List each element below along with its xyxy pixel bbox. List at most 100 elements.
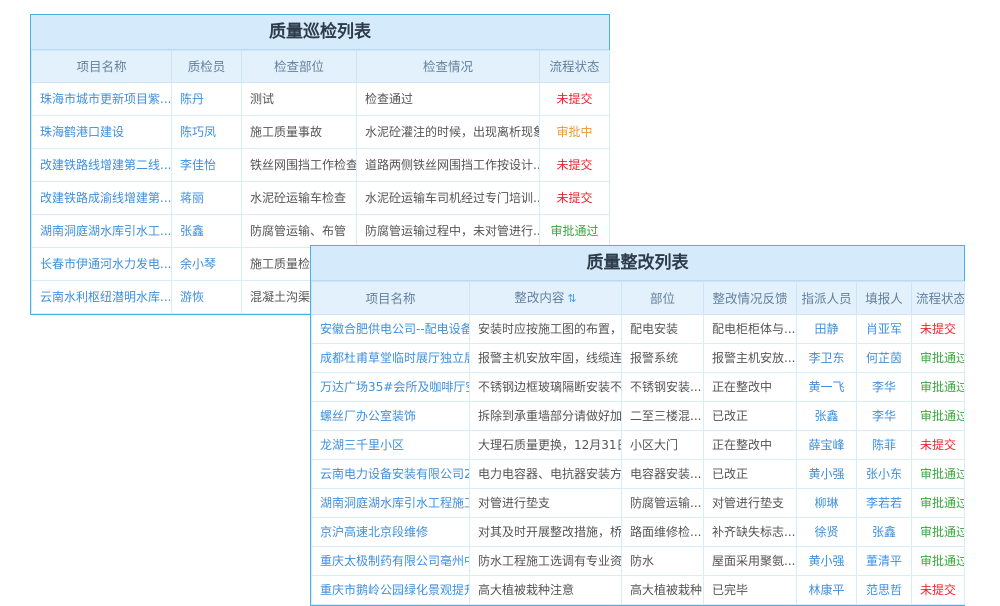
part-cell: 不锈钢安装...	[622, 373, 704, 402]
rectification-row[interactable]: 安徽合肥供电公司--配电设备... 安装时应按施工图的布置，将... 配电安装 …	[312, 315, 965, 344]
check-situation-cell: 水泥砼运输车司机经过专门培训...	[357, 182, 540, 215]
check-part-cell: 防腐管运输、布管	[242, 215, 357, 248]
project-name-link[interactable]: 长春市伊通河水力发电...	[32, 248, 172, 281]
check-part-cell: 水泥砼运输车检查	[242, 182, 357, 215]
status-text: 审批通过	[912, 373, 965, 402]
rectification-panel-title: 质量整改列表	[311, 246, 964, 281]
rectify-content-cell: 电力电容器、电抗器安装方案...	[470, 460, 622, 489]
project-name-link[interactable]: 改建铁路线增建第二线...	[32, 149, 172, 182]
rectification-row[interactable]: 云南电力设备安装有限公司20... 电力电容器、电抗器安装方案... 电容器安装…	[312, 460, 965, 489]
project-name-link[interactable]: 安徽合肥供电公司--配电设备...	[312, 315, 470, 344]
rectify-content-cell: 报警主机安放牢固，线缆连接...	[470, 344, 622, 373]
assignee-name[interactable]: 田静	[797, 315, 857, 344]
project-name-link[interactable]: 重庆市鹅岭公园绿化景观提升...	[312, 576, 470, 605]
sort-icon[interactable]: ⇅	[567, 292, 576, 305]
assignee-name[interactable]: 薛宝峰	[797, 431, 857, 460]
inspection-row[interactable]: 湖南洞庭湖水库引水工... 张鑫 防腐管运输、布管 防腐管运输过程中，未对管进行…	[32, 215, 610, 248]
reporter-name[interactable]: 李华	[857, 402, 912, 431]
reporter-name[interactable]: 张鑫	[857, 518, 912, 547]
assignee-name[interactable]: 黄小强	[797, 460, 857, 489]
assignee-name[interactable]: 张鑫	[797, 402, 857, 431]
project-name-link[interactable]: 珠海市城市更新项目紫...	[32, 83, 172, 116]
rectify-content-cell: 高大植被栽种注意	[470, 576, 622, 605]
assignee-name[interactable]: 柳琳	[797, 489, 857, 518]
check-situation-cell: 防腐管运输过程中，未对管进行...	[357, 215, 540, 248]
inspection-row[interactable]: 改建铁路线增建第二线... 李佳怡 铁丝网围挡工作检查 道路两侧铁丝网围挡工作按…	[32, 149, 610, 182]
status-text: 审批通过	[540, 215, 610, 248]
rectification-table: 项目名称 整改内容⇅ 部位 整改情况反馈 指派人员 填报人 流程状态 安徽合肥供…	[311, 281, 965, 605]
project-name-link[interactable]: 改建铁路成渝线增建第...	[32, 182, 172, 215]
project-name-link[interactable]: 湖南洞庭湖水库引水工...	[32, 215, 172, 248]
status-text: 审批通过	[912, 460, 965, 489]
project-name-link[interactable]: 珠海鹤港口建设	[32, 116, 172, 149]
status-text: 审批通过	[912, 547, 965, 576]
reporter-name[interactable]: 何芷茵	[857, 344, 912, 373]
project-name-link[interactable]: 云南电力设备安装有限公司20...	[312, 460, 470, 489]
check-part-cell: 测试	[242, 83, 357, 116]
reporter-name[interactable]: 范思哲	[857, 576, 912, 605]
rectification-row[interactable]: 京沪高速北京段维修 对其及时开展整改措施，桥头... 路面维修检... 补齐缺失…	[312, 518, 965, 547]
inspector-name[interactable]: 张鑫	[172, 215, 242, 248]
col-flow-status: 流程状态	[540, 51, 610, 83]
rectification-row[interactable]: 螺丝厂办公室装饰 拆除到承重墙部分请做好加固... 二至三楼混... 已改正 张…	[312, 402, 965, 431]
inspection-row[interactable]: 珠海市城市更新项目紫... 陈丹 测试 检查通过 未提交	[32, 83, 610, 116]
status-text: 审批通过	[912, 489, 965, 518]
inspector-name[interactable]: 陈丹	[172, 83, 242, 116]
rectify-content-cell: 拆除到承重墙部分请做好加固...	[470, 402, 622, 431]
part-cell: 报警系统	[622, 344, 704, 373]
rectification-row[interactable]: 龙湖三千里小区 大理石质量更换，12月31日之... 小区大门 正在整改中 薛宝…	[312, 431, 965, 460]
assignee-name[interactable]: 徐贤	[797, 518, 857, 547]
feedback-cell: 正在整改中	[704, 373, 797, 402]
reporter-name[interactable]: 陈菲	[857, 431, 912, 460]
part-cell: 高大植被栽种	[622, 576, 704, 605]
project-name-link[interactable]: 龙湖三千里小区	[312, 431, 470, 460]
feedback-cell: 补齐缺失标志...	[704, 518, 797, 547]
rectify-content-cell: 安装时应按施工图的布置，将...	[470, 315, 622, 344]
status-text: 审批通过	[912, 344, 965, 373]
reporter-name[interactable]: 肖亚军	[857, 315, 912, 344]
project-name-link[interactable]: 云南水利枢纽潜明水库...	[32, 281, 172, 314]
inspector-name[interactable]: 李佳怡	[172, 149, 242, 182]
inspection-row[interactable]: 改建铁路成渝线增建第... 蒋丽 水泥砼运输车检查 水泥砼运输车司机经过专门培训…	[32, 182, 610, 215]
rectification-row[interactable]: 重庆太极制药有限公司亳州中... 防水工程施工选调有专业资质... 防水 屋面采…	[312, 547, 965, 576]
project-name-link[interactable]: 螺丝厂办公室装饰	[312, 402, 470, 431]
project-name-link[interactable]: 湖南洞庭湖水库引水工程施工...	[312, 489, 470, 518]
project-name-link[interactable]: 万达广场35#会所及咖啡厅空...	[312, 373, 470, 402]
rectification-row[interactable]: 重庆市鹅岭公园绿化景观提升... 高大植被栽种注意 高大植被栽种 已完毕 林康平…	[312, 576, 965, 605]
rectify-content-cell: 防水工程施工选调有专业资质...	[470, 547, 622, 576]
inspection-row[interactable]: 珠海鹤港口建设 陈巧凤 施工质量事故 水泥砼灌注的时候，出现离析现象 审批中	[32, 116, 610, 149]
col-project-name: 项目名称	[312, 282, 470, 315]
col-rectify-content[interactable]: 整改内容⇅	[470, 282, 622, 315]
reporter-name[interactable]: 李华	[857, 373, 912, 402]
reporter-name[interactable]: 张小东	[857, 460, 912, 489]
rectification-panel: 质量整改列表 项目名称 整改内容⇅ 部位 整改情况反馈 指派人员 填报人 流程状…	[310, 245, 965, 606]
part-cell: 防腐管运输...	[622, 489, 704, 518]
status-text: 审批通过	[912, 518, 965, 547]
assignee-name[interactable]: 林康平	[797, 576, 857, 605]
status-text: 未提交	[540, 83, 610, 116]
inspector-name[interactable]: 游恢	[172, 281, 242, 314]
check-situation-cell: 检查通过	[357, 83, 540, 116]
project-name-link[interactable]: 京沪高速北京段维修	[312, 518, 470, 547]
feedback-cell: 配电柜柜体与...	[704, 315, 797, 344]
rectify-content-cell: 对管进行垫支	[470, 489, 622, 518]
feedback-cell: 已改正	[704, 402, 797, 431]
rectification-row[interactable]: 成都杜甫草堂临时展厅独立展... 报警主机安放牢固，线缆连接... 报警系统 报…	[312, 344, 965, 373]
project-name-link[interactable]: 成都杜甫草堂临时展厅独立展...	[312, 344, 470, 373]
rectification-row[interactable]: 万达广场35#会所及咖啡厅空... 不锈钢边框玻璃隔断安装不牢... 不锈钢安装…	[312, 373, 965, 402]
inspector-name[interactable]: 蒋丽	[172, 182, 242, 215]
reporter-name[interactable]: 李若若	[857, 489, 912, 518]
assignee-name[interactable]: 黄一飞	[797, 373, 857, 402]
col-project-name: 项目名称	[32, 51, 172, 83]
inspector-name[interactable]: 余小琴	[172, 248, 242, 281]
assignee-name[interactable]: 李卫东	[797, 344, 857, 373]
project-name-link[interactable]: 重庆太极制药有限公司亳州中...	[312, 547, 470, 576]
col-assignee: 指派人员	[797, 282, 857, 315]
assignee-name[interactable]: 黄小强	[797, 547, 857, 576]
rectification-row[interactable]: 湖南洞庭湖水库引水工程施工... 对管进行垫支 防腐管运输... 对管进行垫支 …	[312, 489, 965, 518]
check-part-cell: 铁丝网围挡工作检查	[242, 149, 357, 182]
status-text: 审批中	[540, 116, 610, 149]
inspector-name[interactable]: 陈巧凤	[172, 116, 242, 149]
reporter-name[interactable]: 董清平	[857, 547, 912, 576]
inspection-panel-title: 质量巡检列表	[31, 15, 609, 50]
